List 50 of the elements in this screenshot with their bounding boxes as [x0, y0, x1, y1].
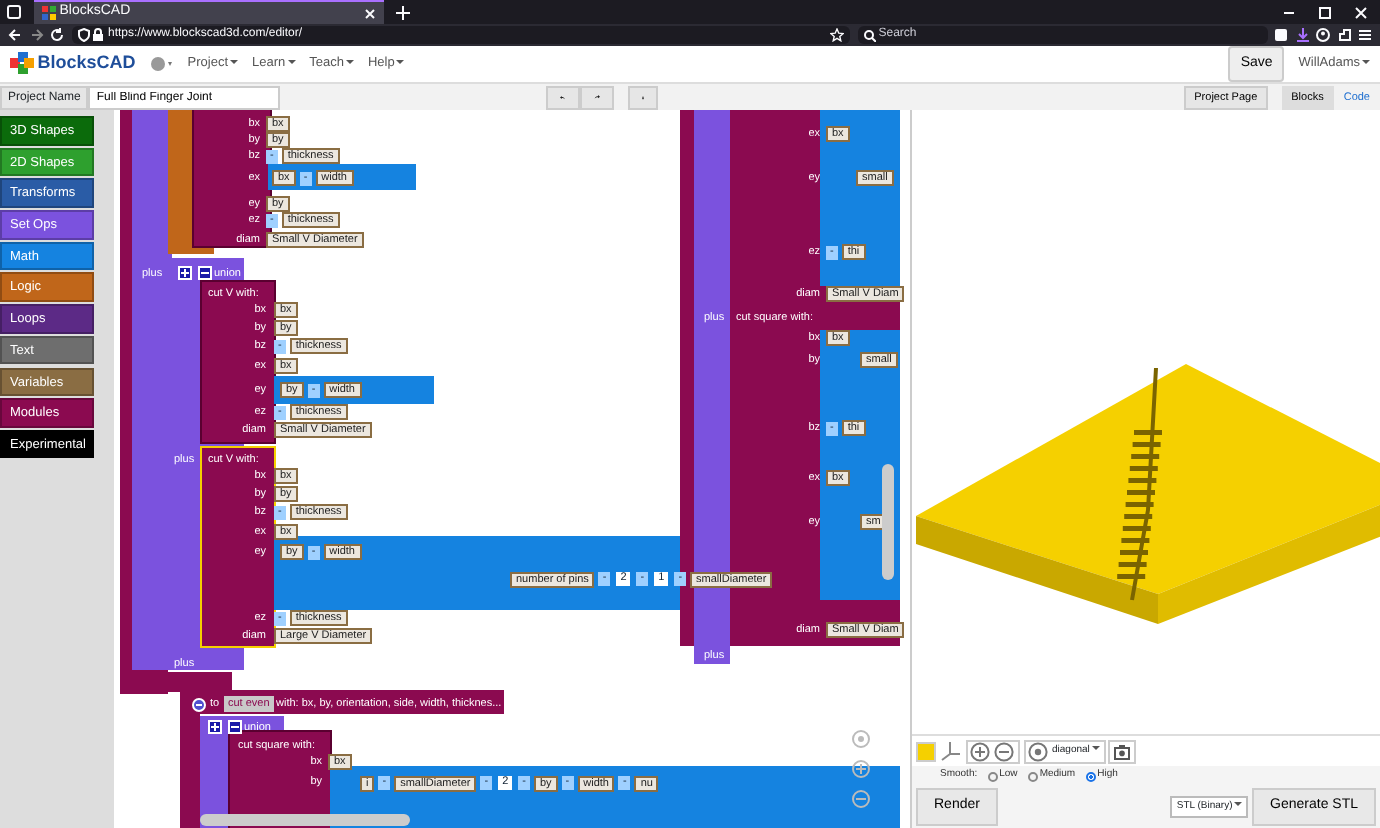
caret-icon: [345, 60, 354, 65]
screenshot-button[interactable]: [1108, 739, 1136, 763]
maximize-icon[interactable]: [1318, 5, 1332, 19]
close-icon[interactable]: [1354, 5, 1368, 19]
cut-block: [194, 110, 270, 246]
radio-button[interactable]: [987, 771, 998, 781]
model-render-drawing[interactable]: [916, 364, 1380, 624]
caret-icon: [1234, 802, 1243, 807]
forward-icon[interactable]: [29, 28, 43, 42]
caret-icon: [287, 60, 296, 65]
caret-icon: [230, 60, 238, 65]
close-icon[interactable]: [364, 7, 376, 19]
camera-icon: [1114, 743, 1131, 759]
site-icon: [42, 6, 56, 20]
radio-button[interactable]: [1027, 771, 1038, 781]
star-icon[interactable]: [830, 28, 844, 42]
plus-icon: [210, 722, 220, 732]
logo-icon: [10, 52, 34, 76]
account-icon[interactable]: [1316, 28, 1330, 42]
language-icon[interactable]: [149, 56, 174, 72]
extension-icon[interactable]: [1274, 28, 1288, 42]
scrollbar[interactable]: [200, 814, 410, 826]
new-tab-icon[interactable]: [396, 5, 410, 19]
zoom-in-icon[interactable]: [852, 760, 870, 778]
radio-button[interactable]: [1085, 771, 1096, 781]
expand-button[interactable]: [178, 266, 192, 280]
minus-icon: [230, 722, 240, 732]
back-icon[interactable]: [8, 28, 22, 42]
expand-button[interactable]: [208, 720, 222, 734]
tab-list-icon[interactable]: [6, 4, 22, 20]
color-swatch[interactable]: [916, 741, 936, 761]
collapse-icon[interactable]: [192, 698, 206, 712]
brand-name[interactable]: BlocksCAD: [37, 50, 136, 78]
scrollbar[interactable]: [882, 464, 894, 580]
minus-icon: [200, 268, 210, 278]
collapse-button[interactable]: [228, 720, 242, 734]
reload-icon[interactable]: [50, 28, 64, 42]
caret-icon: [1362, 60, 1370, 65]
menu-icon[interactable]: [1358, 28, 1372, 42]
collapse-button[interactable]: [198, 266, 212, 280]
zoom-out-icon[interactable]: [994, 741, 1014, 761]
download-icon[interactable]: [1295, 28, 1309, 42]
extensions-icon[interactable]: [1337, 28, 1351, 42]
zoom-in-icon[interactable]: [970, 741, 991, 761]
caret-icon: [396, 60, 405, 65]
plus-icon: [180, 268, 190, 278]
search-icon: [863, 29, 875, 41]
axes-icon[interactable]: [939, 740, 962, 762]
lock-icon[interactable]: [92, 28, 105, 42]
shield-icon[interactable]: [77, 28, 89, 42]
